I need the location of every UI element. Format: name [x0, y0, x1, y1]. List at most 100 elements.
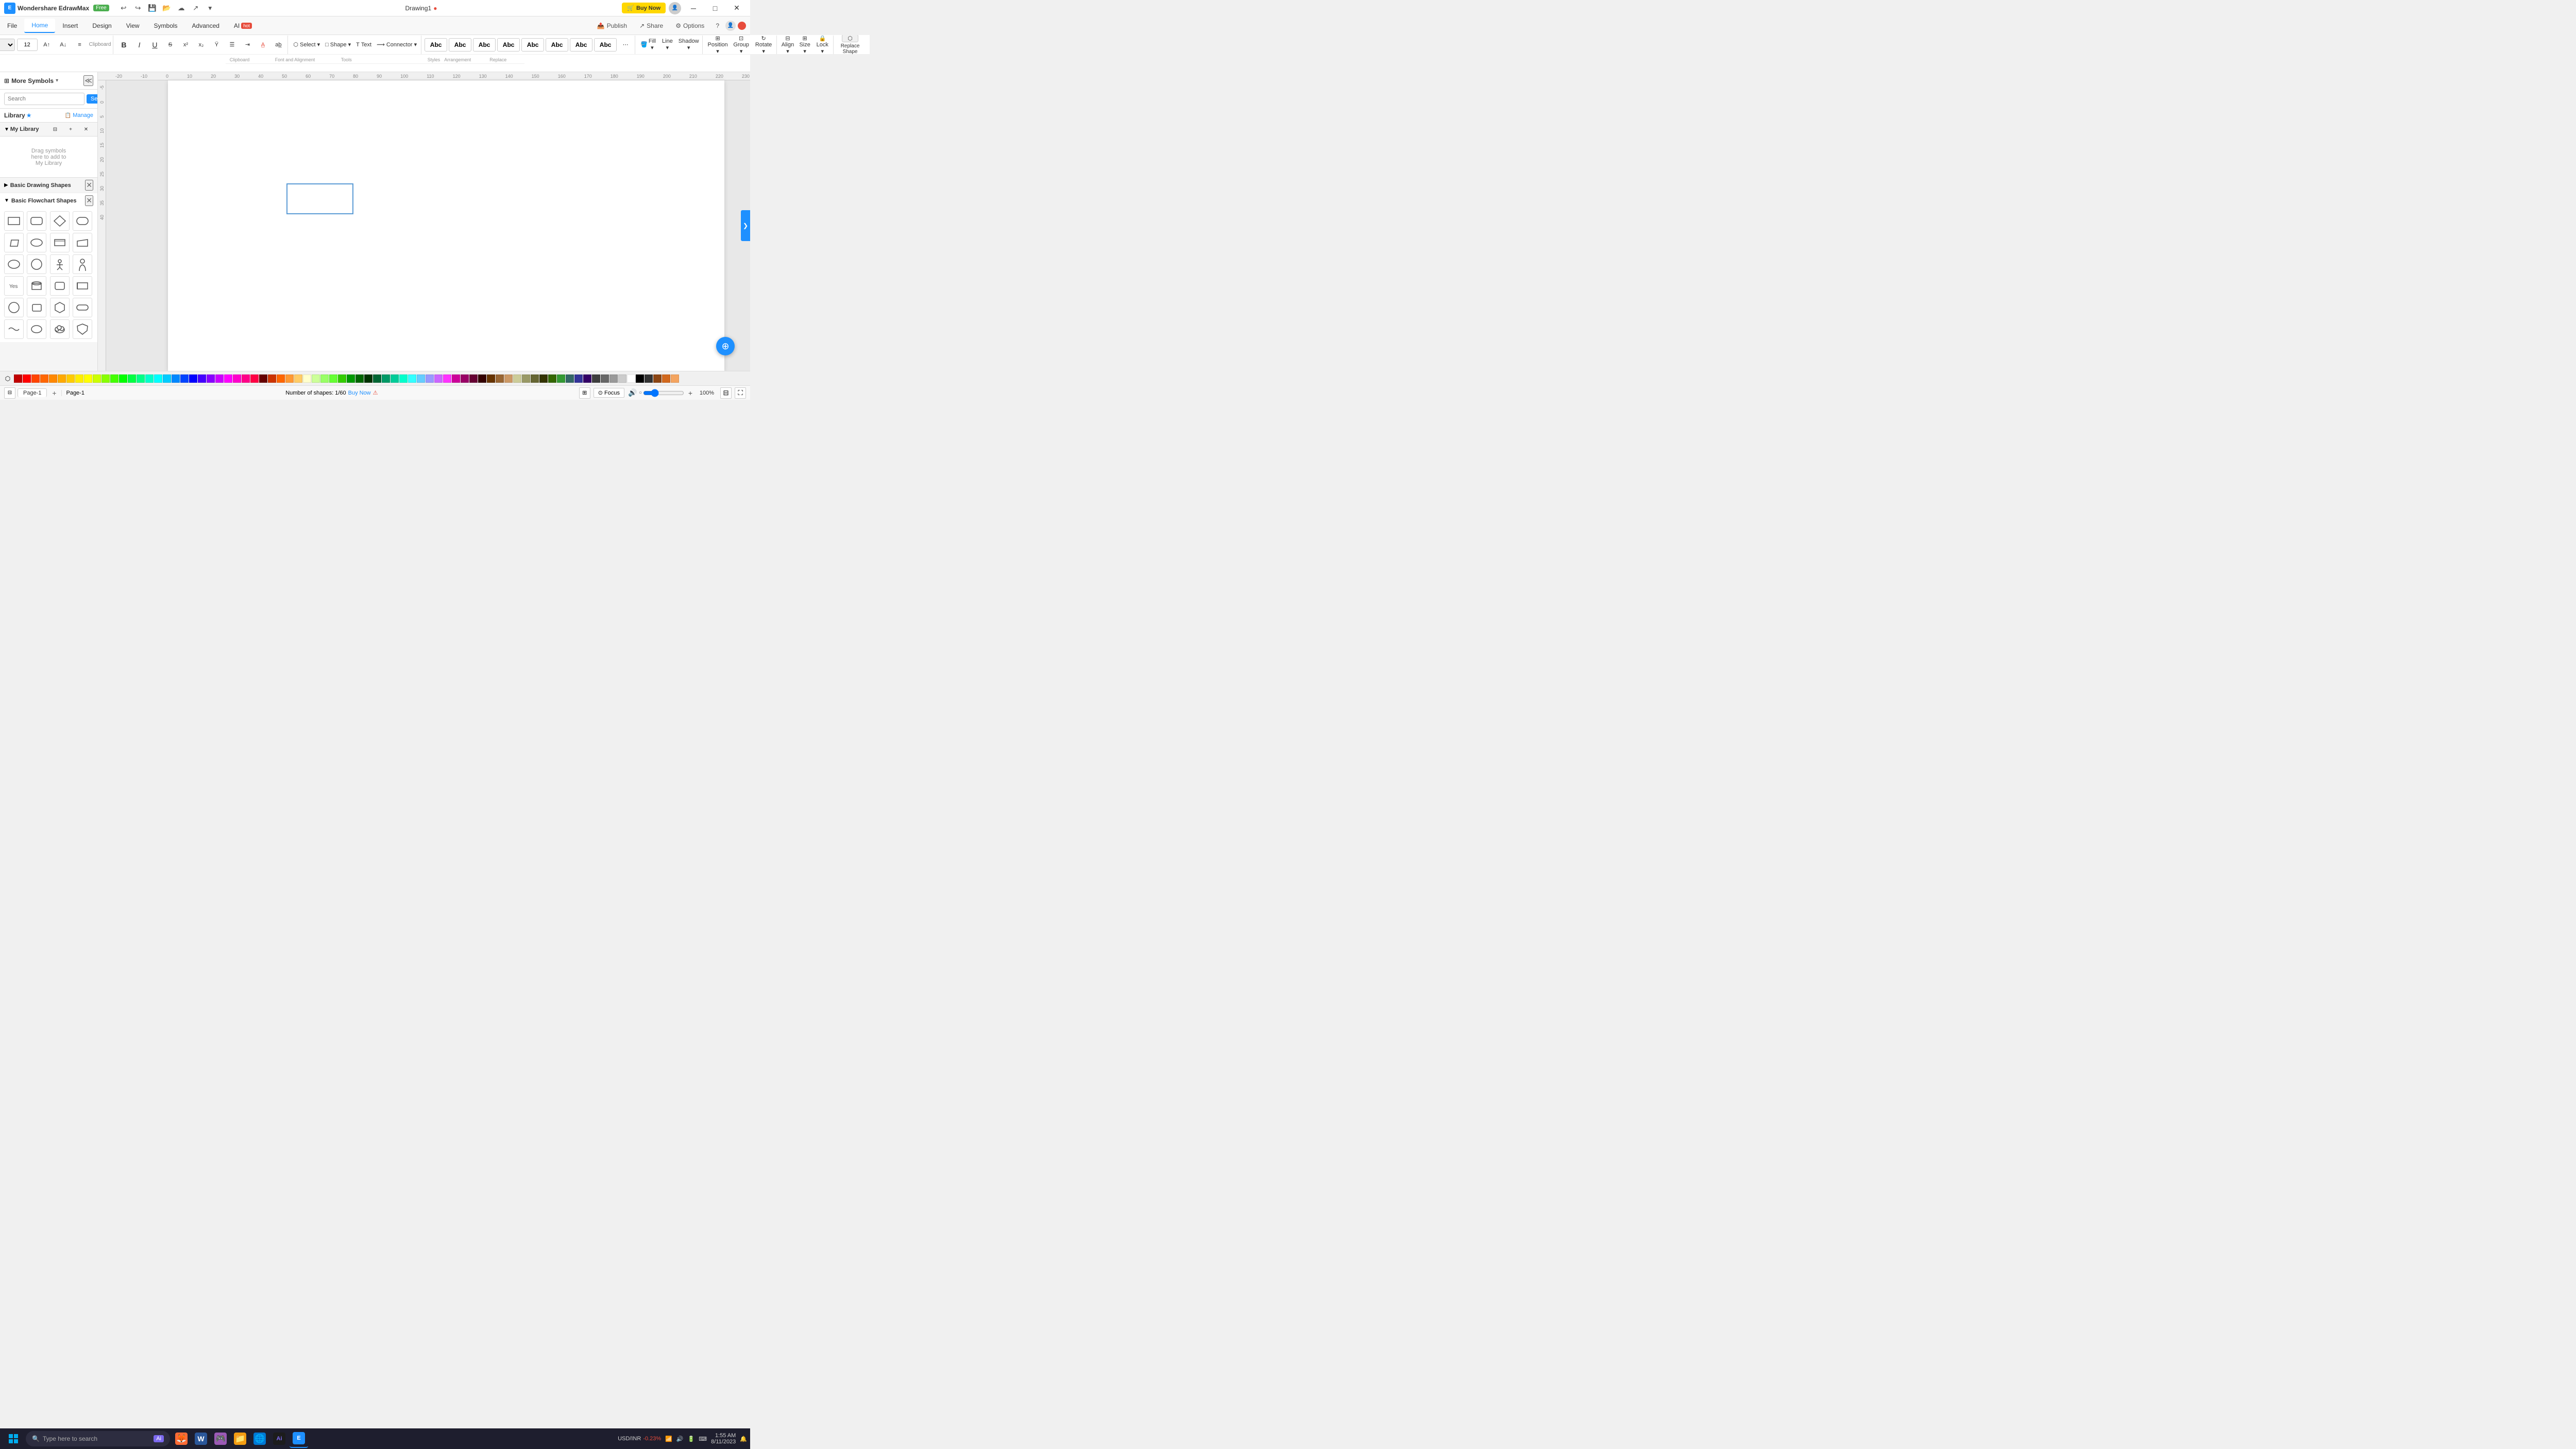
shape-tool-button[interactable]: □Shape▾ [323, 38, 353, 52]
style-swatch-5[interactable]: Abc [546, 38, 568, 52]
shape-rounded-rect2[interactable] [73, 211, 92, 231]
color-swatch[interactable] [145, 374, 154, 383]
menu-design[interactable]: Design [85, 19, 118, 32]
menu-advanced[interactable]: Advanced [185, 19, 227, 32]
menu-view[interactable]: View [119, 19, 147, 32]
color-swatch[interactable] [434, 374, 443, 383]
color-swatch[interactable] [250, 374, 259, 383]
color-swatch[interactable] [14, 374, 22, 383]
color-swatch[interactable] [329, 374, 337, 383]
bold-button[interactable]: B [116, 38, 131, 52]
taskbar-search-box[interactable]: 🔍 Type here to search Ai [26, 1431, 170, 1446]
taskbar-app-files[interactable]: 📁 [231, 1429, 249, 1448]
shape-manual-input[interactable] [73, 233, 92, 252]
taskbar-app-word[interactable]: W [192, 1429, 210, 1448]
close-button[interactable]: ✕ [727, 1, 746, 15]
taskbar-clock[interactable]: 1:55 AM 8/11/2023 [711, 1433, 736, 1445]
shape-cloud[interactable] [50, 319, 70, 339]
strikethrough-button[interactable]: S [163, 38, 177, 52]
style-swatch-2[interactable]: Abc [473, 38, 496, 52]
highlight-color-button[interactable]: ab̲ [271, 38, 285, 52]
color-swatch[interactable] [338, 374, 346, 383]
font-family-select[interactable]: Arial [0, 39, 15, 51]
group-button[interactable]: ⊡ Group ▾ [731, 38, 752, 52]
color-swatch[interactable] [636, 374, 644, 383]
buy-now-status[interactable]: Buy Now [348, 390, 371, 396]
options-button[interactable]: ⚙Options [670, 20, 709, 31]
color-swatch[interactable] [268, 374, 276, 383]
color-swatch[interactable] [566, 374, 574, 383]
font-shrink-button[interactable]: A↓ [56, 38, 71, 52]
color-swatch[interactable] [531, 374, 539, 383]
font-grow-button[interactable]: A↑ [40, 38, 54, 52]
shape-rounded-wide[interactable] [73, 298, 92, 317]
line-button[interactable]: Line ▾ [659, 38, 675, 52]
basic-flowchart-close-button[interactable]: ✕ [85, 195, 93, 206]
menu-symbols[interactable]: Symbols [147, 19, 185, 32]
color-tool-button[interactable]: ⬡ [2, 373, 13, 384]
color-swatch[interactable] [40, 374, 48, 383]
color-swatch[interactable] [242, 374, 250, 383]
color-swatch[interactable] [110, 374, 118, 383]
shape-yes-label[interactable]: Yes [4, 276, 24, 296]
color-swatch[interactable] [75, 374, 83, 383]
select-tool-button[interactable]: ⬡Select▾ [291, 38, 322, 52]
shape-ellipse2[interactable] [27, 233, 46, 252]
windows-start-button[interactable] [3, 1429, 24, 1448]
color-swatch[interactable] [154, 374, 162, 383]
lock-button[interactable]: 🔒 Lock ▾ [814, 38, 831, 52]
shape-oval[interactable] [4, 254, 24, 274]
manage-button[interactable]: 📋 Manage [65, 112, 93, 118]
fullscreen-button[interactable]: ⛶ [735, 387, 746, 399]
color-swatch[interactable] [198, 374, 206, 383]
replace-shape-button[interactable]: ⬡ Replace Shape [837, 36, 864, 54]
basic-drawing-header[interactable]: ▶ Basic Drawing Shapes ✕ [0, 178, 97, 193]
color-swatch[interactable] [49, 374, 57, 383]
cloud-button[interactable]: ☁ [175, 2, 188, 14]
add-page-button[interactable]: + [49, 388, 59, 398]
color-swatch[interactable] [399, 374, 408, 383]
color-swatch[interactable] [215, 374, 224, 383]
taskbar-app-edrawmax[interactable]: E [290, 1429, 308, 1448]
color-swatch[interactable] [277, 374, 285, 383]
color-swatch[interactable] [496, 374, 504, 383]
color-swatch[interactable] [574, 374, 583, 383]
zoom-in-button[interactable]: + [685, 388, 696, 398]
my-library-close-button[interactable]: ✕ [79, 125, 93, 134]
color-swatch[interactable] [259, 374, 267, 383]
color-swatch[interactable] [137, 374, 145, 383]
shape-data-store[interactable] [50, 233, 70, 252]
network-icon[interactable]: 📶 [665, 1436, 672, 1442]
fill-button[interactable]: 🪣 Fill ▾ [638, 38, 658, 52]
speaker-icon[interactable]: 🔊 [676, 1436, 684, 1442]
size-button[interactable]: ⊞ Size ▾ [797, 38, 812, 52]
color-swatch[interactable] [128, 374, 136, 383]
zoom-slider[interactable] [643, 389, 684, 397]
shape-hexagon[interactable] [50, 298, 70, 317]
color-swatch[interactable] [382, 374, 390, 383]
color-swatch[interactable] [347, 374, 355, 383]
rotate-button[interactable]: ↻ Rotate ▾ [753, 38, 774, 52]
color-swatch[interactable] [452, 374, 460, 383]
page-overview-button[interactable]: ⊟ [4, 387, 15, 399]
align-shapes-button[interactable]: ⊟ Align ▾ [780, 38, 796, 52]
grid-toggle-button[interactable]: ⊞ [579, 387, 590, 399]
font-color-button[interactable]: A̲ [256, 38, 270, 52]
symbol-search-input[interactable] [4, 93, 84, 105]
color-swatch[interactable] [58, 374, 66, 383]
color-swatch[interactable] [172, 374, 180, 383]
style-swatch-4[interactable]: Abc [521, 38, 544, 52]
style-swatch-1[interactable]: Abc [449, 38, 471, 52]
save-button[interactable]: 💾 [146, 2, 159, 14]
open-button[interactable]: 📂 [161, 2, 173, 14]
redo-button[interactable]: ↪ [132, 2, 144, 14]
indent-button[interactable]: ⇥ [240, 38, 255, 52]
my-library-add-button[interactable]: + [63, 125, 78, 134]
font-size-input[interactable] [17, 39, 38, 51]
color-swatch[interactable] [548, 374, 556, 383]
style-swatch-0[interactable]: Abc [425, 38, 447, 52]
canvas[interactable]: ⊕ ❯ [106, 80, 750, 371]
shape-rounded-rect[interactable] [27, 211, 46, 231]
shape-shield[interactable] [73, 319, 92, 339]
basic-drawing-close-button[interactable]: ✕ [85, 180, 93, 191]
